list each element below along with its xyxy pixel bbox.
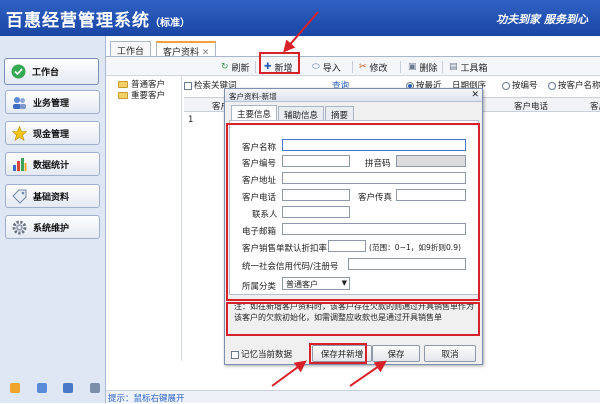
arrow-to-save-and-new (271, 360, 307, 387)
arrow-to-save (349, 360, 387, 387)
arrow-to-new-button (283, 11, 319, 53)
annotation-arrows (271, 11, 387, 387)
